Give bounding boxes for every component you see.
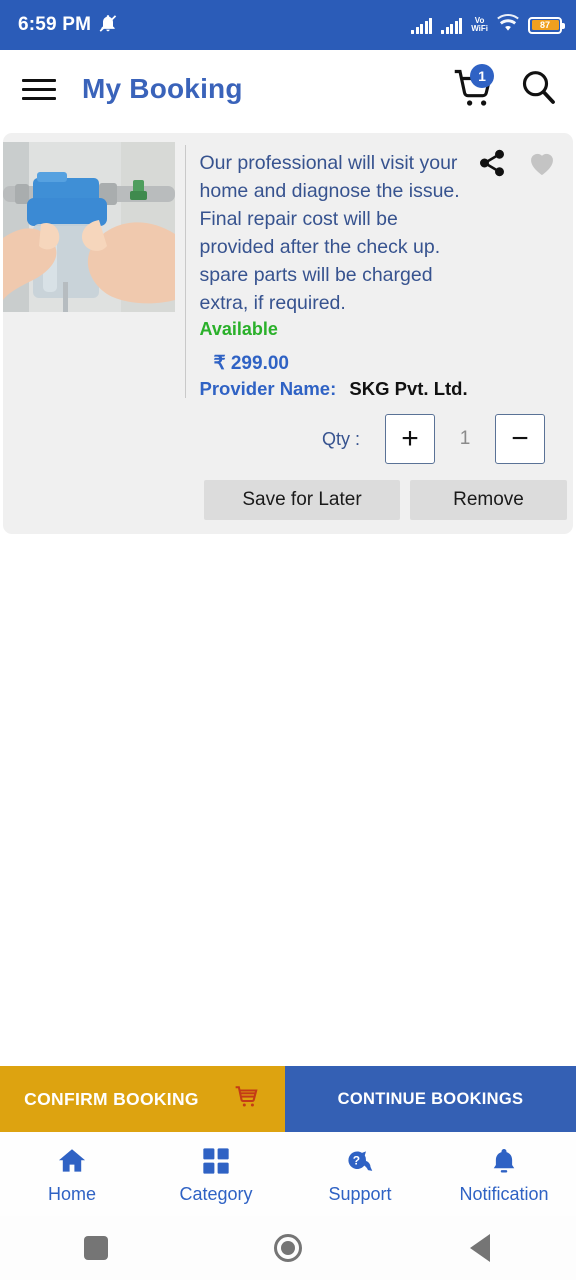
nav-item-category[interactable]: Category xyxy=(144,1144,288,1205)
card-actions: Save for Later Remove xyxy=(3,464,573,520)
signal-bars-sim2-icon xyxy=(441,17,463,34)
nav-label-category: Category xyxy=(179,1183,253,1204)
battery-icon: 87 xyxy=(528,16,565,34)
bell-muted-icon xyxy=(98,13,118,38)
home-icon xyxy=(55,1144,89,1178)
cart-button[interactable]: 1 xyxy=(452,64,496,110)
bell-icon xyxy=(489,1144,519,1178)
nav-item-support[interactable]: ? Support xyxy=(288,1144,432,1205)
search-button[interactable] xyxy=(518,67,558,112)
wifi-icon xyxy=(497,13,519,37)
card-action-icons xyxy=(477,147,559,184)
heart-icon xyxy=(531,153,553,175)
volte-wifi-icon: Vo WiFi xyxy=(471,15,488,33)
nav-label-notification: Notification xyxy=(459,1183,549,1204)
share-button[interactable] xyxy=(477,148,507,183)
remove-button[interactable]: Remove xyxy=(410,480,567,520)
booking-card: Our professional will visit your home an… xyxy=(3,133,573,534)
status-bar: 6:59 PM Vo WiFi 87 xyxy=(0,0,576,50)
provider-name: SKG Pvt. Ltd. xyxy=(349,378,468,399)
quantity-label: Qty : xyxy=(321,428,360,449)
quantity-value: 1 xyxy=(459,428,471,449)
confirm-booking-button[interactable]: CONFIRM BOOKING xyxy=(0,1066,285,1132)
share-icon xyxy=(480,149,504,177)
water-filter-photo xyxy=(3,142,175,312)
page-title: My Booking xyxy=(82,73,243,104)
price: ₹ 299.00 xyxy=(213,353,289,374)
booking-details: Our professional will visit your home an… xyxy=(186,133,574,400)
clock: 6:59 PM xyxy=(18,14,92,35)
system-home-button[interactable] xyxy=(192,1234,384,1262)
home-circle-icon xyxy=(274,1234,302,1262)
cart-icon xyxy=(233,1084,261,1115)
battery-percent: 87 xyxy=(531,20,559,30)
app-bar-actions: 1 xyxy=(452,64,558,112)
grid-icon xyxy=(200,1144,232,1178)
signal-bars-sim1-icon xyxy=(411,17,433,34)
provider-row: Provider Name: SKG Pvt. Ltd. xyxy=(200,378,558,400)
app-screen: 6:59 PM Vo WiFi 87 My Booking 1 Our prof… xyxy=(0,0,576,1280)
back-button[interactable] xyxy=(384,1234,576,1262)
nav-item-home[interactable]: Home xyxy=(0,1144,144,1205)
hamburger-menu-icon[interactable] xyxy=(22,78,56,100)
nav-item-notification[interactable]: Notification xyxy=(432,1144,576,1205)
confirm-booking-label: CONFIRM BOOKING xyxy=(24,1088,199,1109)
content-area: Our professional will visit your home an… xyxy=(0,128,576,1066)
continue-bookings-label: CONTINUE BOOKINGS xyxy=(337,1089,524,1108)
back-triangle-icon xyxy=(470,1234,490,1262)
chat-question-icon: ? xyxy=(343,1144,377,1178)
nav-label-home: Home xyxy=(47,1183,96,1204)
favorite-button[interactable] xyxy=(525,147,559,184)
availability-status: Available xyxy=(199,319,278,339)
status-bar-left: 6:59 PM xyxy=(18,13,118,38)
recents-button[interactable] xyxy=(0,1236,192,1260)
quantity-decrease-button[interactable]: − xyxy=(495,414,545,464)
save-for-later-button[interactable]: Save for Later xyxy=(204,480,400,520)
status-bar-right: Vo WiFi 87 xyxy=(411,13,565,37)
system-navigation-bar xyxy=(0,1216,576,1280)
app-bar: My Booking 1 xyxy=(0,50,576,128)
search-icon xyxy=(522,70,555,104)
bottom-action-bar: CONFIRM BOOKING CONTINUE BOOKINGS xyxy=(0,1066,576,1132)
cart-badge: 1 xyxy=(470,64,494,88)
quantity-increase-button[interactable]: + xyxy=(385,414,435,464)
bottom-navigation: Home Category ? Support Notification xyxy=(0,1132,576,1216)
quantity-stepper: Qty : + 1 − xyxy=(3,400,573,464)
product-image[interactable] xyxy=(3,142,175,312)
booking-card-top: Our professional will visit your home an… xyxy=(3,133,573,400)
svg-text:?: ? xyxy=(353,1153,360,1167)
provider-label: Provider Name: xyxy=(199,378,337,399)
continue-bookings-button[interactable]: CONTINUE BOOKINGS xyxy=(285,1066,576,1132)
nav-label-support: Support xyxy=(328,1183,392,1204)
recents-square-icon xyxy=(84,1236,108,1260)
